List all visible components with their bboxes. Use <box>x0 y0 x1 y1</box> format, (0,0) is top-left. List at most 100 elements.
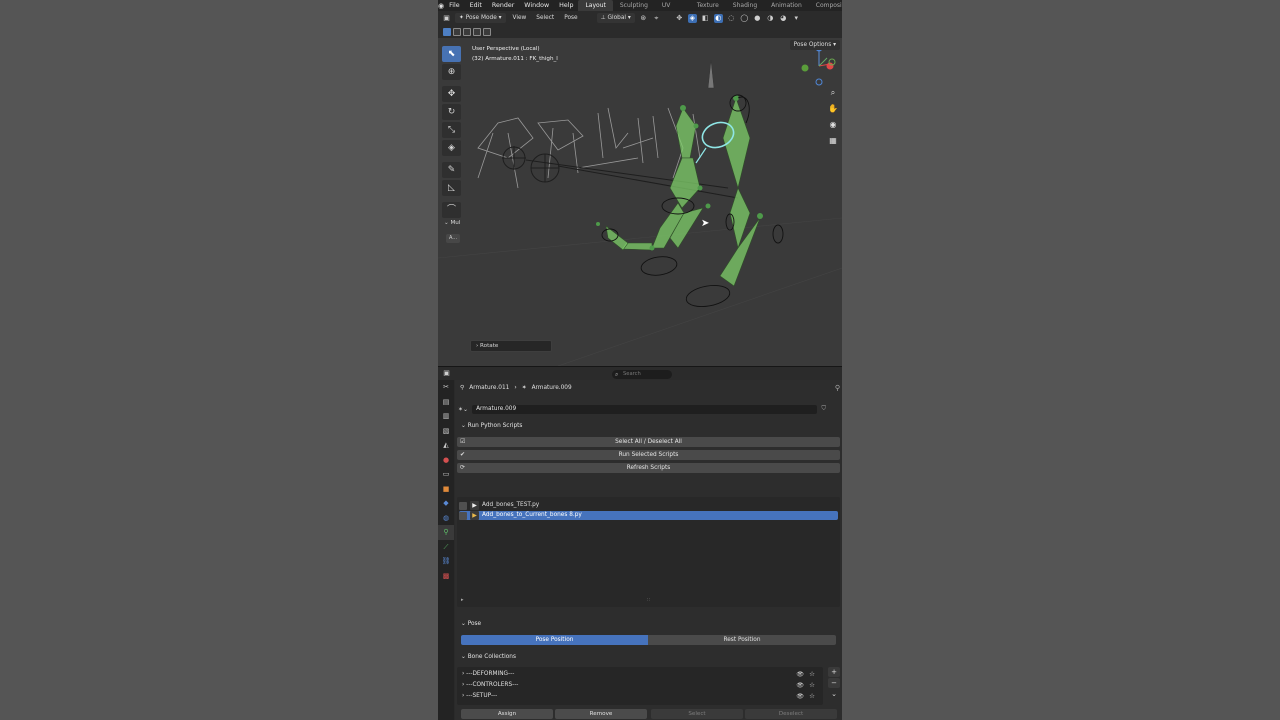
bone-collections-panel-header[interactable]: ⌄ Bone Collections <box>455 651 842 663</box>
run-selected-scripts-button[interactable]: ✔ Run Selected Scripts <box>457 450 840 460</box>
deselect-button[interactable]: Deselect <box>745 709 837 719</box>
assign-button[interactable]: Assign <box>461 709 553 719</box>
select-mode-subtract-icon[interactable] <box>463 27 471 36</box>
list-expand-icon[interactable]: ▸ <box>461 597 464 603</box>
scene-tab-icon[interactable]: ◭ <box>438 438 454 453</box>
pan-hand-icon[interactable]: ✋ <box>827 104 839 120</box>
solid-shading-icon[interactable]: ● <box>753 14 762 23</box>
menu-pose[interactable]: Pose <box>561 15 580 21</box>
a-button[interactable]: A... <box>446 234 460 243</box>
view-layer-tab-icon[interactable]: ▧ <box>438 424 454 439</box>
select-mode-invert-icon[interactable] <box>473 27 481 36</box>
properties-editor-type-icon[interactable]: ▣ <box>442 369 451 378</box>
pivot-icon[interactable]: ⊛ <box>639 14 648 23</box>
editor-type-icon[interactable]: ▣ <box>442 14 451 23</box>
world-tab-icon[interactable]: ● <box>438 453 454 468</box>
texture-tab-icon[interactable]: ▩ <box>438 569 454 584</box>
transform-tool-icon[interactable]: ◈ <box>442 140 461 156</box>
menu-file[interactable]: File <box>444 2 465 9</box>
menu-edit[interactable]: Edit <box>465 2 487 9</box>
rotate-tool-icon[interactable]: ↻ <box>442 104 461 120</box>
zoom-icon[interactable]: ⌕ <box>827 88 839 104</box>
refresh-scripts-button[interactable]: ⟳ Refresh Scripts <box>457 463 840 473</box>
bone-collection-row[interactable]: › ---SETUP--- 👁 ☆ <box>462 691 818 702</box>
output-tab-icon[interactable]: ▥ <box>438 409 454 424</box>
star-icon[interactable]: ☆ <box>809 691 815 702</box>
mode-dropdown[interactable]: ✦ Pose Mode ▾ <box>455 13 506 23</box>
overlays-icon[interactable]: ◐ <box>713 13 723 23</box>
object-tab-icon[interactable]: ■ <box>438 482 454 497</box>
fake-user-shield-icon[interactable]: ⛉ <box>821 405 826 413</box>
select-all-button[interactable]: ☑ Select All / Deselect All <box>457 437 840 447</box>
script-list-item[interactable]: ▶ Add_bones_to_Current_bones 8.py <box>459 511 838 520</box>
select-box-tool-icon[interactable]: ⬉ <box>442 46 461 62</box>
3d-viewport[interactable]: User Perspective (Local) (32) Armature.0… <box>438 38 842 366</box>
navigation-gizmo[interactable] <box>801 44 836 86</box>
bone-collection-row[interactable]: › ---DEFORMING--- 👁 ☆ <box>462 669 818 680</box>
run-python-scripts-panel-header[interactable]: ⌄ Run Python Scripts <box>455 420 842 432</box>
script-checkbox[interactable] <box>459 511 467 520</box>
wireframe-shading-icon[interactable]: ◯ <box>740 14 749 23</box>
gizmo-icon[interactable]: ✥ <box>675 14 684 23</box>
menu-help[interactable]: Help <box>554 2 578 9</box>
tool-tab-icon[interactable]: ✂ <box>438 380 454 395</box>
list-resize-handle-icon[interactable]: ∷ <box>647 597 650 603</box>
pose-position-button[interactable]: Pose Position <box>461 635 648 645</box>
particles-tab-icon[interactable]: ◍ <box>438 511 454 526</box>
properties-search-input[interactable]: ⌕ Search <box>612 370 672 379</box>
bone-tab-icon[interactable]: ⟋ <box>438 540 454 555</box>
select-button[interactable]: Select <box>651 709 743 719</box>
star-icon[interactable]: ☆ <box>809 680 815 691</box>
scale-tool-icon[interactable]: ⤡ <box>442 122 461 138</box>
transform-orientation-dropdown[interactable]: ⊥ Global ▾ <box>596 13 635 23</box>
move-tool-icon[interactable]: ✥ <box>442 86 461 102</box>
modifier-tab-icon[interactable]: ◆ <box>438 496 454 511</box>
menu-window[interactable]: Window <box>519 2 554 9</box>
play-icon[interactable]: ▶ <box>470 501 479 510</box>
rest-position-button[interactable]: Rest Position <box>648 635 836 645</box>
armature-name-field[interactable]: Armature.009 <box>472 404 818 414</box>
grid-view-icon[interactable]: ▦ <box>827 136 839 152</box>
visibility-icon[interactable]: ◌ <box>727 14 736 23</box>
play-icon[interactable]: ▶ <box>470 511 479 520</box>
workspace-tab-compositing[interactable]: Compositing <box>809 0 842 11</box>
workspace-tab-texture-paint[interactable]: Texture Paint <box>690 0 726 20</box>
workspace-tab-layout[interactable]: Layout <box>578 0 613 11</box>
select-mode-extend-icon[interactable] <box>453 27 461 36</box>
armature-data-tab-icon[interactable]: ⚲ <box>438 525 454 540</box>
script-list-item[interactable]: ▶ Add_bones_TEST.py <box>459 501 838 510</box>
workspace-tab-sculpting[interactable]: Sculpting <box>613 0 655 11</box>
material-shading-icon[interactable]: ◑ <box>766 14 775 23</box>
menu-render[interactable]: Render <box>487 2 519 9</box>
mul-panel-label[interactable]: ⌄ Mul <box>444 220 460 226</box>
menu-view[interactable]: View <box>510 15 530 21</box>
snap-icon[interactable]: ⌖ <box>652 14 661 23</box>
measure-tool-icon[interactable]: ◺ <box>442 180 461 196</box>
overlay-toggle-icon[interactable]: ◈ <box>687 13 697 23</box>
cursor-tool-icon[interactable]: ⊕ <box>442 64 461 80</box>
camera-view-icon[interactable]: ◉ <box>827 120 839 136</box>
select-mode-intersect-icon[interactable] <box>483 27 491 36</box>
shading-options-icon[interactable]: ▾ <box>792 14 801 23</box>
workspace-tab-animation[interactable]: Animation <box>764 0 809 11</box>
collection-tab-icon[interactable]: ▭ <box>438 467 454 482</box>
remove-collection-minus-icon[interactable]: − <box>828 678 840 688</box>
bone-collection-row[interactable]: › ---CONTROLERS--- 👁 ☆ <box>462 680 818 691</box>
rendered-shading-icon[interactable]: ◕ <box>779 14 788 23</box>
collection-menu-chevron-icon[interactable]: ⌄ <box>828 689 840 699</box>
pose-tool-icon[interactable]: ⌒ <box>442 202 461 218</box>
pose-panel-header[interactable]: ⌄ Pose <box>455 618 842 630</box>
bone-constraint-tab-icon[interactable]: ⛓ <box>438 554 454 569</box>
render-tab-icon[interactable]: ▤ <box>438 395 454 410</box>
eye-icon[interactable]: 👁 <box>796 680 804 691</box>
menu-select[interactable]: Select <box>533 15 557 21</box>
annotate-tool-icon[interactable]: ✎ <box>442 162 461 178</box>
remove-button[interactable]: Remove <box>555 709 647 719</box>
workspace-tab-shading[interactable]: Shading <box>726 0 764 11</box>
eye-icon[interactable]: 👁 <box>796 669 804 680</box>
select-mode-new-icon[interactable] <box>443 27 451 36</box>
script-checkbox[interactable] <box>459 501 467 510</box>
xray-icon[interactable]: ◧ <box>701 14 710 23</box>
star-icon[interactable]: ☆ <box>809 669 815 680</box>
armature-datablock-icon[interactable]: ✶⌄ <box>458 406 468 413</box>
